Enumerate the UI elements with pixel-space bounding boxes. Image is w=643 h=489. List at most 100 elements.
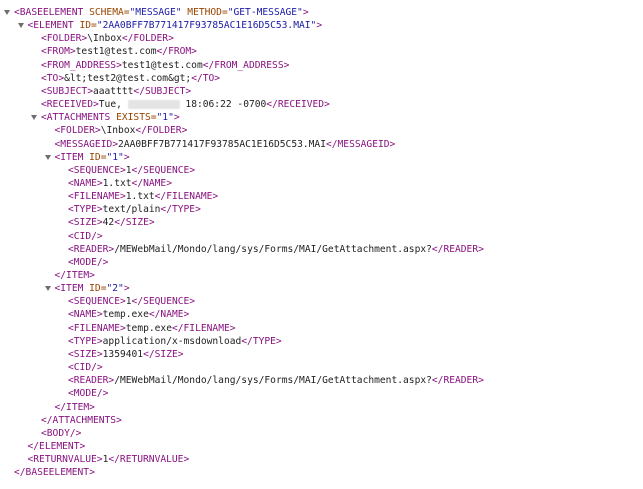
xml-line-content: <FOLDER>\Inbox</FOLDER>: [55, 124, 188, 137]
xml-line-content: <FROM>test1@test.com</FROM>: [41, 45, 197, 58]
xml-line[interactable]: <ITEM ID="1">: [0, 151, 643, 164]
xml-line[interactable]: <ITEM ID="2">: [0, 282, 643, 295]
xml-line-content: <ATTACHMENTS EXISTS="1">: [41, 111, 180, 124]
xml-attribute-name: EXISTS=: [116, 112, 157, 124]
xml-line: <MODE/>: [0, 256, 643, 269]
xml-line-content: <CID/>: [68, 230, 103, 243]
xml-text-content: application/x-msdownload: [102, 335, 242, 347]
xml-tag-token: <NAME>: [68, 309, 103, 321]
xml-line-content: </ELEMENT>: [28, 440, 86, 453]
xml-attribute-value: "GET-MESSAGE": [227, 7, 303, 18]
xml-line-content: </ITEM>: [55, 269, 95, 282]
xml-line-content: <FROM_ADDRESS>test1@test.com</FROM_ADDRE…: [41, 59, 289, 72]
xml-text-content: /MEWebMail/Mondo/lang/sys/Forms/MAI/GetA…: [114, 243, 432, 255]
xml-line: <CID/>: [0, 230, 643, 243]
xml-tag-token: </RECEIVED>: [266, 99, 330, 111]
xml-attribute-value: "1": [106, 151, 124, 163]
xml-tag-token: </ELEMENT>: [27, 440, 86, 452]
xml-line-content: <MESSAGEID>2AA0BFF7B771417F93785AC1E16D5…: [55, 138, 396, 151]
xml-tag-token: </MESSAGEID>: [325, 138, 396, 150]
xml-text-content: test1@test.com: [121, 59, 203, 71]
xml-tag-token: <FOLDER>: [54, 125, 101, 137]
xml-tag-token: <SUBJECT>: [41, 85, 93, 97]
xml-line: <TYPE>text/plain</TYPE>: [0, 203, 643, 216]
xml-tag-token: </ATTACHMENTS>: [41, 414, 122, 426]
xml-tag-token: <RETURNVALUE>: [27, 454, 103, 466]
xml-attribute-name: METHOD=: [187, 7, 228, 18]
xml-tag-token: </SUBJECT>: [133, 85, 192, 97]
xml-line-content: <ELEMENT ID="2AA0BFF7B771417F93785AC1E16…: [28, 19, 323, 32]
xml-tag-token: <FILENAME>: [68, 322, 126, 334]
xml-attribute-name: SCHEMA=: [89, 7, 130, 18]
xml-line: <NAME>temp.exe</NAME>: [0, 308, 643, 321]
triangle-down-icon[interactable]: [17, 23, 24, 29]
xml-line: <SUBJECT>aaatttt</SUBJECT>: [0, 85, 643, 98]
xml-line-content: <READER>/MEWebMail/Mondo/lang/sys/Forms/…: [68, 374, 484, 387]
xml-line-content: <ITEM ID="2">: [55, 282, 130, 295]
xml-tag-token: </READER>: [431, 243, 484, 255]
xml-line-content: <SIZE>42</SIZE>: [68, 216, 155, 229]
xml-line-content: </BASEELEMENT>: [14, 466, 95, 479]
xml-line-content: <SIZE>1359401</SIZE>: [68, 348, 184, 361]
xml-tag-token: <CID/>: [68, 362, 103, 374]
xml-line: <READER>/MEWebMail/Mondo/lang/sys/Forms/…: [0, 243, 643, 256]
xml-tag-token: </NAME>: [131, 177, 172, 189]
xml-line[interactable]: <ATTACHMENTS EXISTS="1">: [0, 111, 643, 124]
xml-tag-token: </TYPE>: [160, 204, 201, 216]
xml-line: <SEQUENCE>1</SEQUENCE>: [0, 295, 643, 308]
xml-tree-viewer: <BASEELEMENT SCHEMA="MESSAGE" METHOD="GE…: [0, 0, 643, 489]
xml-tag-token: </FOLDER>: [121, 33, 174, 45]
xml-tag-token: <ELEMENT: [27, 20, 80, 32]
xml-line[interactable]: <ELEMENT ID="2AA0BFF7B771417F93785AC1E16…: [0, 19, 643, 32]
xml-tag-token: </ITEM>: [54, 401, 95, 413]
xml-line: <FROM>test1@test.com</FROM>: [0, 45, 643, 58]
xml-tag-token: <SEQUENCE>: [68, 296, 126, 308]
xml-line: <SIZE>42</SIZE>: [0, 216, 643, 229]
xml-attribute-name: ID=: [89, 151, 107, 163]
triangle-down-icon[interactable]: [31, 115, 37, 121]
xml-line: </ITEM>: [0, 269, 643, 282]
xml-line: <MESSAGEID>2AA0BFF7B771417F93785AC1E16D5…: [0, 138, 643, 151]
xml-line: <BODY/>: [0, 427, 643, 440]
triangle-down-icon[interactable]: [4, 10, 10, 15]
xml-tag-token: <CID/>: [68, 230, 103, 242]
xml-tag-token: <ITEM: [54, 283, 90, 295]
xml-tag-token: >: [316, 20, 323, 32]
xml-line-content: <FILENAME>temp.exe</FILENAME>: [68, 322, 236, 335]
xml-text-content: Tue,: [98, 99, 128, 111]
xml-line-content: <BASEELEMENT SCHEMA="MESSAGE" METHOD="GE…: [14, 6, 309, 19]
triangle-down-icon[interactable]: [44, 154, 51, 160]
triangle-down-icon[interactable]: [44, 286, 51, 292]
xml-text-content: 1.txt: [102, 177, 132, 189]
xml-tag-token: </FROM>: [156, 46, 197, 58]
xml-line: </ATTACHMENTS>: [0, 414, 643, 427]
xml-line: <TYPE>application/x-msdownload</TYPE>: [0, 335, 643, 348]
xml-attribute-value: "2AA0BFF7B771417F93785AC1E16D5C53.MAI": [96, 20, 317, 32]
xml-tag-token: >: [123, 151, 130, 163]
xml-tag-token: <READER>: [68, 375, 115, 387]
xml-line-content: <TYPE>text/plain</TYPE>: [68, 203, 201, 216]
xml-text-content: 2AA0BFF7B771417F93785AC1E16D5C53.MAI: [118, 138, 326, 150]
xml-tag-token: <ITEM: [54, 151, 90, 163]
xml-text-content: 1.txt: [125, 191, 155, 203]
xml-tag-token: <RECEIVED>: [41, 99, 99, 111]
xml-line: <FILENAME>1.txt</FILENAME>: [0, 190, 643, 203]
xml-line-content: <ITEM ID="1">: [55, 151, 130, 164]
xml-tag-token: </NAME>: [148, 309, 190, 321]
xml-tag-token: <FOLDER>: [41, 33, 88, 45]
xml-tag-token: <ATTACHMENTS: [41, 112, 117, 124]
xml-line[interactable]: <BASEELEMENT SCHEMA="MESSAGE" METHOD="GE…: [0, 6, 643, 19]
xml-attribute-value: "1": [156, 112, 174, 124]
xml-tag-token: <FROM>: [41, 46, 76, 58]
xml-tag-token: </READER>: [431, 375, 484, 387]
xml-tag-token: <READER>: [68, 243, 115, 255]
xml-attribute-name: ID=: [79, 20, 97, 32]
xml-line-content: <SEQUENCE>1</SEQUENCE>: [68, 164, 195, 177]
xml-line-content: <SUBJECT>aaatttt</SUBJECT>: [41, 85, 191, 98]
xml-tag-token: </SEQUENCE>: [131, 164, 196, 176]
xml-text-content: &lt;test2@test.com&gt;: [64, 72, 192, 84]
xml-line: <FROM_ADDRESS>test1@test.com</FROM_ADDRE…: [0, 59, 643, 72]
xml-line: <RECEIVED>Tue, 18:06:22 -0700</RECEIVED>: [0, 98, 643, 111]
xml-tag-token: </FILENAME>: [171, 322, 236, 334]
xml-line: <SIZE>1359401</SIZE>: [0, 348, 643, 361]
